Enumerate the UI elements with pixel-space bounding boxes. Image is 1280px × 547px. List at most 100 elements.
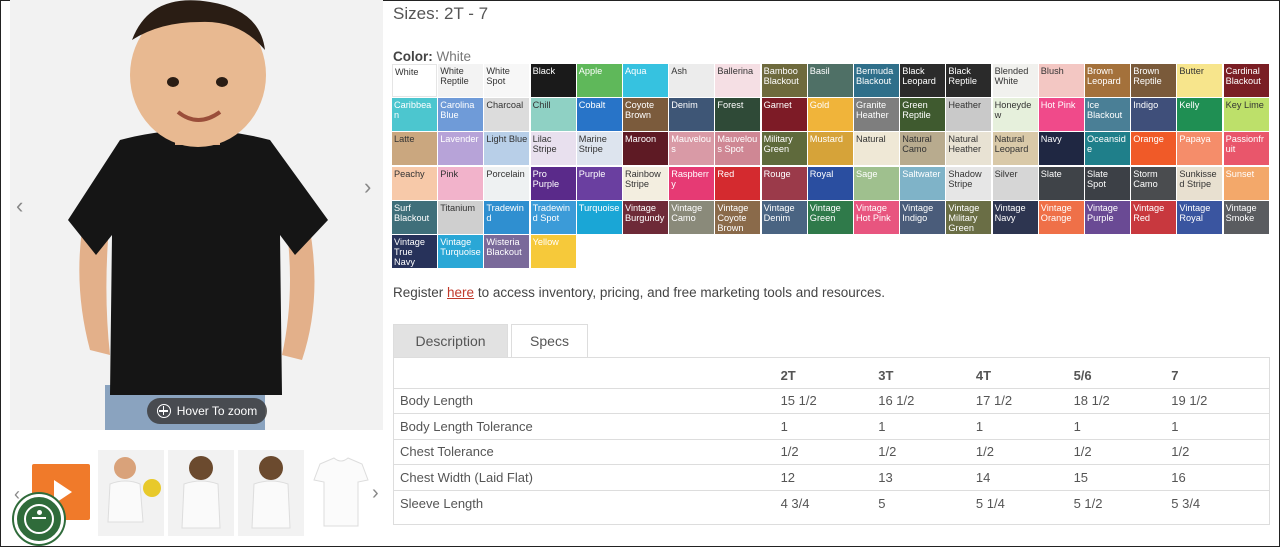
color-swatch[interactable]: Indigo xyxy=(1131,98,1177,132)
color-swatch[interactable]: Green Reptile xyxy=(900,98,946,132)
color-swatch[interactable]: Ash xyxy=(669,64,715,97)
color-swatch[interactable]: Ballerina xyxy=(715,64,761,97)
color-swatch[interactable]: Mustard xyxy=(807,132,853,166)
color-swatch[interactable]: Passionfruit xyxy=(1223,132,1269,166)
color-swatch[interactable]: Slate Spot xyxy=(1085,166,1130,200)
color-swatch[interactable]: Raspberry xyxy=(669,166,715,200)
color-swatch[interactable]: Vintage Camo xyxy=(669,200,715,234)
color-swatch[interactable]: Vintage Navy xyxy=(992,200,1038,234)
color-swatch[interactable]: Red xyxy=(715,166,761,200)
thumbnail-image[interactable] xyxy=(238,450,304,536)
color-swatch[interactable]: Storm Camo xyxy=(1131,166,1177,200)
color-swatch[interactable]: Blended White xyxy=(992,64,1038,97)
color-swatch[interactable]: Coyote Brown xyxy=(623,98,668,132)
color-swatch[interactable]: Surf Blackout xyxy=(392,200,437,234)
color-swatch[interactable]: Cardinal Blackout xyxy=(1223,64,1269,97)
color-swatch[interactable]: Vintage Burgundy xyxy=(623,200,668,234)
color-swatch[interactable]: Black Leopard xyxy=(900,64,946,97)
color-swatch[interactable]: Bermuda Blackout xyxy=(854,64,899,97)
color-swatch[interactable]: Titanium xyxy=(438,200,484,234)
color-swatch[interactable]: Honeydew xyxy=(992,98,1038,132)
color-swatch[interactable]: Tradewind xyxy=(484,200,530,234)
color-swatch[interactable]: Lavender xyxy=(438,132,484,166)
color-swatch[interactable]: Carolina Blue xyxy=(438,98,484,132)
color-swatch[interactable]: Chill xyxy=(530,98,576,132)
color-swatch[interactable]: Cobalt xyxy=(576,98,622,132)
color-swatch[interactable]: Vintage Red xyxy=(1131,200,1177,234)
color-swatch[interactable]: Vintage Coyote Brown xyxy=(715,200,761,234)
color-swatch[interactable]: Forest xyxy=(715,98,761,132)
color-swatch[interactable]: Natural xyxy=(854,132,899,166)
color-swatch[interactable]: Sage xyxy=(854,166,899,200)
color-swatch[interactable]: Butter xyxy=(1177,64,1223,97)
color-swatch[interactable]: Denim xyxy=(669,98,715,132)
color-swatch[interactable]: Porcelain xyxy=(484,166,530,200)
color-swatch[interactable]: Black Reptile xyxy=(946,64,992,97)
chevron-right-icon[interactable]: › xyxy=(364,174,371,200)
color-swatch[interactable]: Peachy xyxy=(392,166,437,200)
color-swatch[interactable]: Garnet xyxy=(761,98,807,132)
color-swatch[interactable]: Lilac Stripe xyxy=(530,132,576,166)
thumbnail-image[interactable] xyxy=(168,450,234,536)
color-swatch[interactable]: Blush xyxy=(1038,64,1084,97)
color-swatch[interactable]: Sunset xyxy=(1223,166,1269,200)
color-swatch[interactable]: White Reptile xyxy=(438,64,484,97)
color-swatch[interactable]: Rouge xyxy=(761,166,807,200)
color-swatch[interactable]: Shadow Stripe xyxy=(946,166,992,200)
color-swatch[interactable]: Vintage Orange xyxy=(1038,200,1084,234)
color-swatch[interactable]: Slate xyxy=(1038,166,1084,200)
color-swatch[interactable]: Black xyxy=(530,64,576,97)
color-swatch[interactable]: Oceanside xyxy=(1085,132,1130,166)
color-swatch[interactable]: Maroon xyxy=(623,132,668,166)
color-swatch[interactable]: Brown Leopard xyxy=(1085,64,1130,97)
color-swatch[interactable]: Vintage Smoke xyxy=(1223,200,1269,234)
color-swatch[interactable]: Caribbean xyxy=(392,98,437,132)
color-swatch[interactable]: Navy xyxy=(1038,132,1084,166)
color-swatch[interactable]: Charcoal xyxy=(484,98,530,132)
color-swatch[interactable]: Orange xyxy=(1131,132,1177,166)
color-swatch[interactable]: Royal xyxy=(807,166,853,200)
accessibility-button[interactable] xyxy=(14,494,64,544)
color-swatch[interactable]: Natural Leopard xyxy=(992,132,1038,166)
color-swatch[interactable]: Vintage Denim xyxy=(761,200,807,234)
color-swatch[interactable]: Ice Blackout xyxy=(1085,98,1130,132)
color-swatch[interactable]: Latte xyxy=(392,132,437,166)
color-swatch[interactable]: Vintage Indigo xyxy=(900,200,946,234)
color-swatch[interactable]: Pink xyxy=(438,166,484,200)
color-swatch[interactable]: Kelly xyxy=(1177,98,1223,132)
color-swatch[interactable]: White Spot xyxy=(484,64,530,97)
color-swatch[interactable]: Papaya xyxy=(1177,132,1223,166)
thumbnail-image[interactable] xyxy=(308,450,374,536)
color-swatch[interactable]: Granite Heather xyxy=(854,98,899,132)
tab-description[interactable]: Description xyxy=(393,324,508,358)
color-swatch[interactable]: Mauvelous Spot xyxy=(715,132,761,166)
color-swatch[interactable]: Silver xyxy=(992,166,1038,200)
color-swatch[interactable]: Purple xyxy=(576,166,622,200)
color-swatch[interactable]: Heather xyxy=(946,98,992,132)
color-swatch[interactable]: Vintage Hot Pink xyxy=(854,200,899,234)
tab-specs[interactable]: Specs xyxy=(511,324,588,358)
color-swatch[interactable]: Bamboo Blackout xyxy=(761,64,807,97)
thumbnail-image[interactable] xyxy=(98,450,164,536)
color-swatch[interactable]: Vintage True Navy xyxy=(392,235,437,268)
color-swatch[interactable]: Light Blue xyxy=(484,132,530,166)
color-swatch[interactable]: Turquoise xyxy=(576,200,622,234)
color-swatch[interactable]: Hot Pink xyxy=(1038,98,1084,132)
color-swatch[interactable]: Vintage Turquoise xyxy=(438,235,484,268)
chevron-right-icon[interactable]: › xyxy=(372,482,379,505)
color-swatch[interactable]: Vintage Royal xyxy=(1177,200,1223,234)
color-swatch[interactable]: Key Lime xyxy=(1223,98,1269,132)
color-swatch[interactable]: Tradewind Spot xyxy=(530,200,576,234)
color-swatch[interactable]: Wisteria Blackout xyxy=(484,235,530,268)
color-swatch[interactable]: Aqua xyxy=(623,64,668,97)
color-swatch[interactable]: Vintage Green xyxy=(807,200,853,234)
color-swatch[interactable]: Natural Heather xyxy=(946,132,992,166)
color-swatch[interactable]: Vintage Purple xyxy=(1085,200,1130,234)
color-swatch[interactable]: Apple xyxy=(576,64,622,97)
color-swatch[interactable]: White xyxy=(392,64,437,97)
color-swatch[interactable]: Rainbow Stripe xyxy=(623,166,668,200)
color-swatch[interactable]: Yellow xyxy=(530,235,576,268)
color-swatch[interactable]: Basil xyxy=(807,64,853,97)
color-swatch[interactable]: Natural Camo xyxy=(900,132,946,166)
color-swatch[interactable]: Military Green xyxy=(761,132,807,166)
